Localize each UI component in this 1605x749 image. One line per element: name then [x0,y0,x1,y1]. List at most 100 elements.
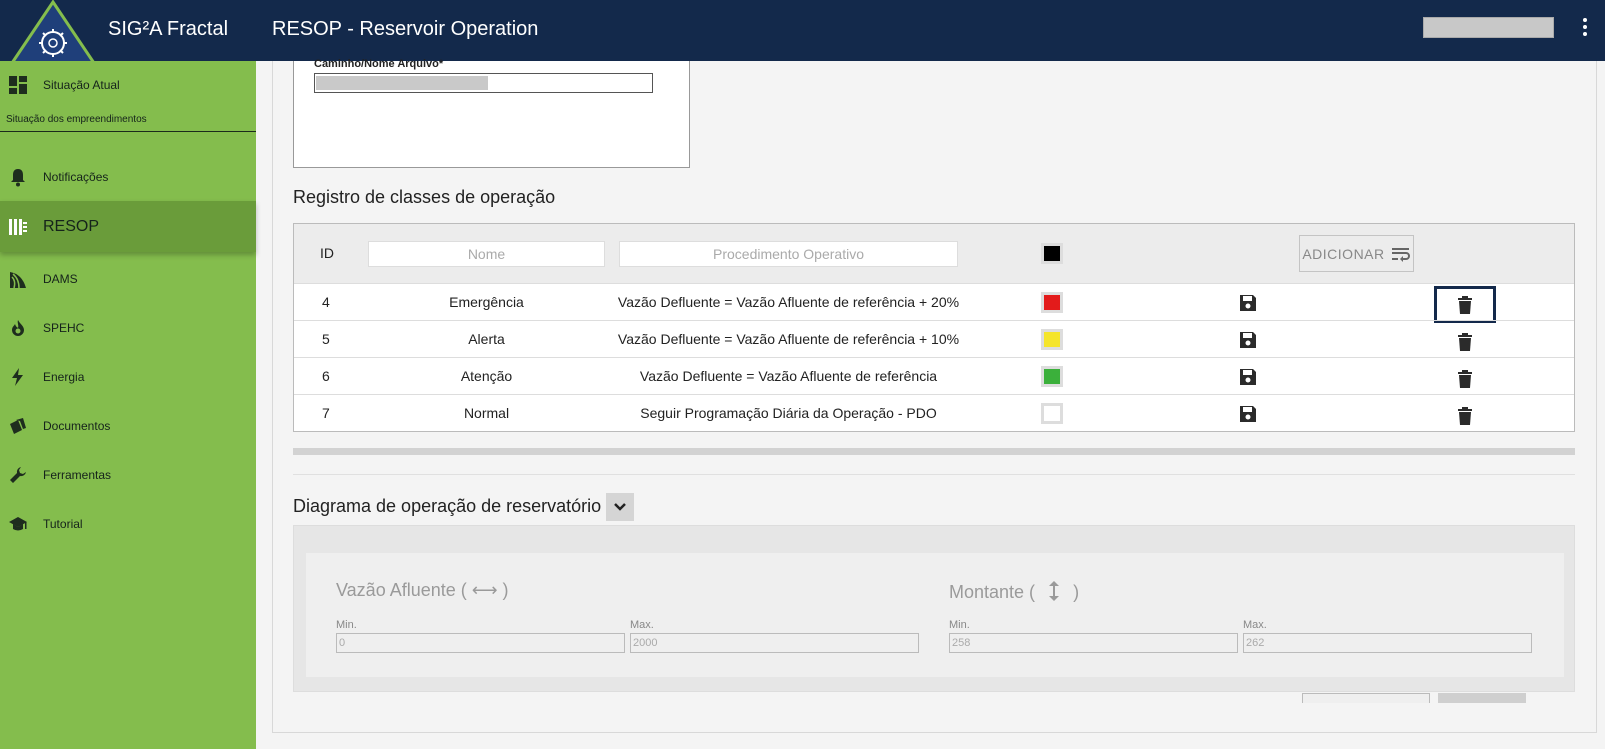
sidebar-item-label: Situação Atual [43,78,120,92]
row-id: 5 [322,331,330,347]
row-name: Alerta [468,331,505,347]
collapse-button[interactable] [606,493,634,521]
row-name: Normal [463,405,510,421]
sidebar-item-energia[interactable]: Energia [0,355,256,399]
upstream-title-close: ) [1073,582,1080,602]
save-icon[interactable] [1238,330,1258,350]
trash-icon [1458,406,1472,425]
wrap-text-icon [1391,247,1410,262]
classes-table: ID Nome Procedimento Operativo ADICIONAR… [293,223,1575,432]
row-procedure: Vazão Defluente = Vazão Afluente de refe… [617,294,960,310]
row-id: 6 [322,368,330,384]
procedure-input[interactable]: Procedimento Operativo [619,241,958,267]
upstream-title: Montante ( ) [949,580,1079,603]
sidebar-item-resop[interactable]: RESOP [0,201,256,252]
delete-button[interactable] [1434,286,1496,323]
row-procedure: Vazão Defluente = Vazão Afluente de refe… [617,331,960,347]
save-icon[interactable] [1238,404,1258,424]
upstream-max-input[interactable]: 262 [1243,633,1532,653]
top-bar: SIG²A Fractal RESOP - Reservoir Operatio… [0,0,1605,68]
save-icon[interactable] [1238,293,1258,313]
inflow-min-label: Min. [336,619,357,631]
inflow-max-input[interactable]: 2000 [630,633,919,653]
sidebar-item-label: Tutorial [43,517,83,531]
graduation-cap-icon [8,514,28,534]
documents-icon [8,416,28,436]
table-row: 6 Atenção Vazão Defluente = Vazão Afluen… [294,357,1574,394]
upstream-title-text: Montante ( [949,582,1036,602]
delete-button[interactable] [1434,360,1496,397]
row-name: Emergência [449,294,524,310]
sidebar-item-spehc[interactable]: SPEHC [0,306,256,350]
classes-section-title: Registro de classes de operação [293,187,556,207]
table-row: 5 Alerta Vazão Defluente = Vazão Afluent… [294,320,1574,357]
sidebar-item-label: DAMS [43,272,78,286]
file-card: Caminho/Nome Arquivo* [293,58,690,168]
id-column-header: ID [320,245,334,261]
delete-button[interactable] [1434,323,1496,360]
upstream-min-label: Min. [949,619,970,631]
diagram-panel: Vazão Afluente ( ⟷ ) Min. Max. 0 2000 Mo… [293,525,1575,703]
inflow-min-input[interactable]: 0 [336,633,625,653]
sidebar-item-label: Notificações [43,170,109,184]
name-input[interactable]: Nome [368,241,605,267]
page-title: RESOP - Reservoir Operation [272,18,539,40]
app-logo [8,0,98,68]
section-divider [293,474,1575,475]
trash-icon [1458,295,1472,314]
row-procedure: Seguir Programação Diária da Operação - … [640,405,937,421]
app-title: SIG²A Fractal [108,18,229,40]
delete-button[interactable] [1434,397,1496,434]
table-header: ID Nome Procedimento Operativo ADICIONAR [294,224,1574,283]
trash-icon [1458,332,1472,351]
table-row: 7 Normal Seguir Programação Diária da Op… [294,394,1574,431]
file-path-label: Caminho/Nome Arquivo* [314,58,444,70]
upstream-min-input[interactable]: 258 [949,633,1238,653]
horizontal-scrollbar[interactable] [293,448,1575,455]
more-options-icon[interactable] [1580,18,1590,40]
trash-icon [1458,369,1472,388]
lightning-icon [8,367,28,387]
upstream-max-label: Max. [1243,619,1267,631]
add-button[interactable]: ADICIONAR [1299,235,1414,272]
sidebar-item-notificacoes[interactable]: Notificações [0,155,256,199]
table-row: 4 Emergência Vazão Defluente = Vazão Afl… [294,283,1574,323]
sidebar-item-label: Energia [43,370,85,384]
vertical-arrows-icon [1049,581,1060,601]
sidebar-item-label: Ferramentas [43,468,112,482]
sidebar-item-documentos[interactable]: Documentos [0,404,256,448]
save-icon[interactable] [1238,367,1258,387]
dashboard-icon [8,75,28,95]
flame-icon [8,318,28,338]
sidebar-item-tutorial[interactable]: Tutorial [0,502,256,546]
sidebar-item-situacao-atual[interactable]: Situação Atual [0,63,256,107]
sidebar-item-ferramentas[interactable]: Ferramentas [0,453,256,497]
inflow-max-label: Max. [630,619,654,631]
row-id: 7 [322,405,330,421]
sidebar: Situação Atual Situação dos empreendimen… [0,61,256,749]
sidebar-item-dams[interactable]: DAMS [0,257,256,301]
row-color-swatch[interactable] [1041,292,1063,313]
sidebar-item-label: Documentos [43,419,111,433]
color-picker[interactable] [1041,243,1063,264]
row-color-swatch[interactable] [1041,403,1063,424]
user-menu[interactable] [1423,17,1554,38]
add-button-label: ADICIONAR [1302,245,1385,262]
chevron-down-icon [614,503,626,511]
diagram-inner: Vazão Afluente ( ⟷ ) Min. Max. 0 2000 Mo… [306,553,1564,703]
dam-gates-icon [8,217,28,237]
bell-icon [8,167,28,187]
wrench-icon [8,465,28,485]
row-color-swatch[interactable] [1041,329,1063,350]
row-procedure: Vazão Defluente = Vazão Afluente de refe… [639,368,938,384]
secondary-button[interactable] [1302,693,1430,703]
sidebar-item-label: SPEHC [43,321,85,335]
row-name: Atenção [460,368,513,384]
sidebar-divider [0,131,256,132]
primary-button[interactable] [1438,693,1526,703]
row-color-swatch[interactable] [1041,366,1063,387]
file-path-input[interactable] [314,73,653,93]
sidebar-item-label: RESOP [43,217,100,235]
sidebar-caption: Situação dos empreendimentos [6,114,147,125]
diagram-section-title: Diagrama de operação de reservatório [293,496,602,516]
